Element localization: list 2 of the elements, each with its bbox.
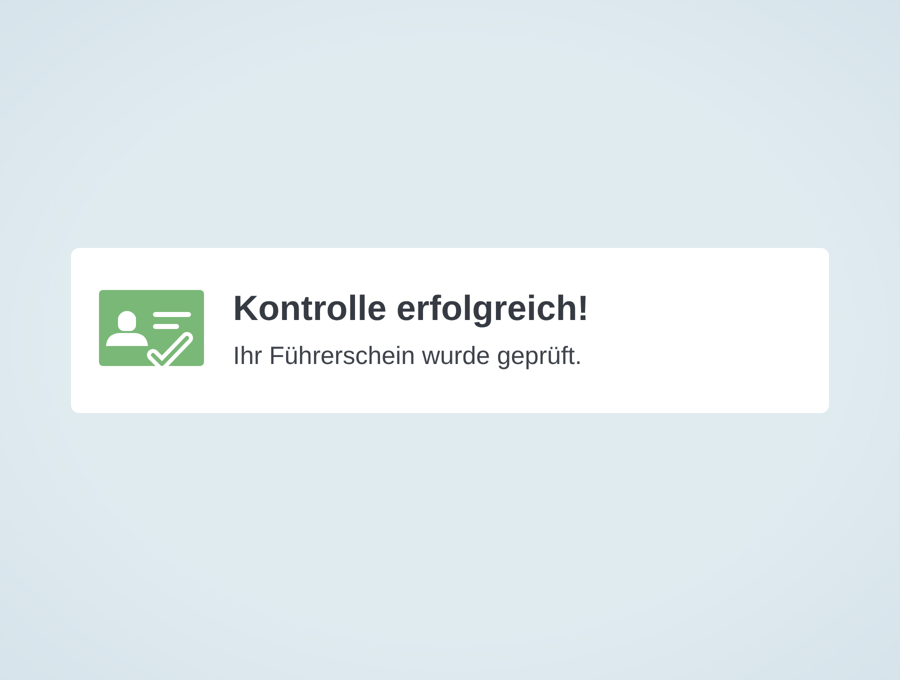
notification-message: Ihr Führerschein wurde geprüft. xyxy=(233,342,583,370)
notification-title: Kontrolle erfolgreich! xyxy=(233,290,589,328)
